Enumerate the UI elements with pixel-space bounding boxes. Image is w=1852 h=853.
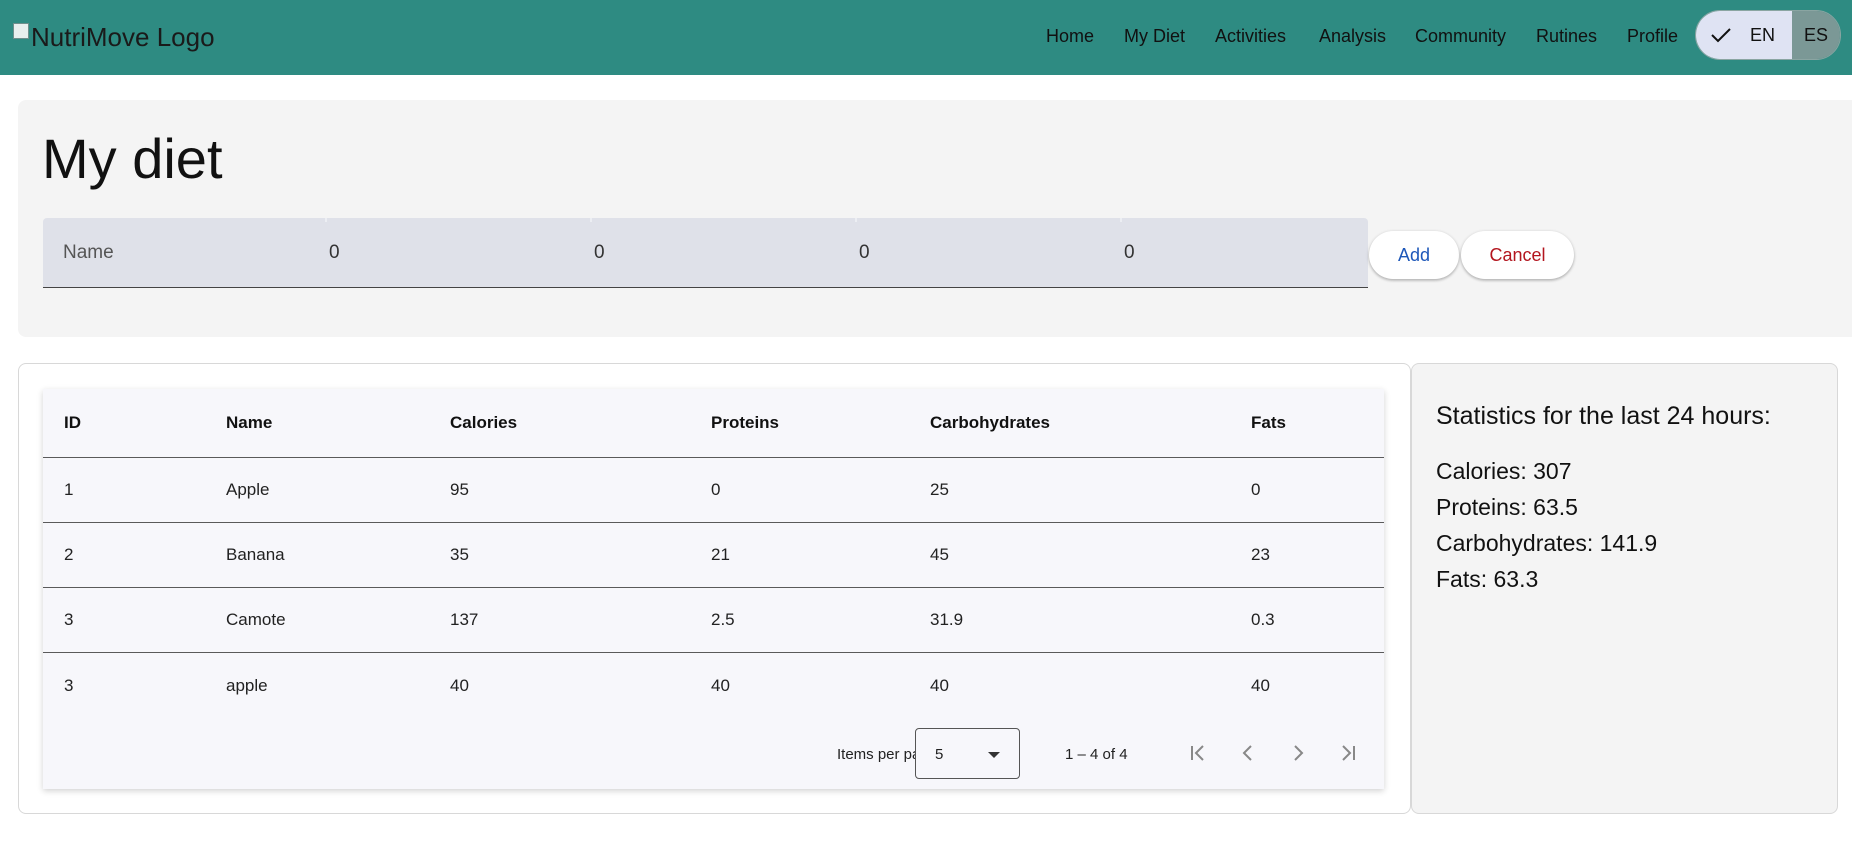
page-title: My diet bbox=[42, 127, 223, 190]
chevron-right-icon bbox=[1294, 745, 1304, 761]
nav-rutines[interactable]: Rutines bbox=[1536, 26, 1597, 47]
items-per-page-value: 5 bbox=[935, 746, 944, 763]
cell-fats: 23 bbox=[1251, 545, 1270, 564]
language-toggle: EN ES bbox=[1695, 10, 1841, 60]
language-es-button[interactable]: ES bbox=[1792, 11, 1840, 59]
stat-carbohydrates: Carbohydrates: 141.9 bbox=[1436, 530, 1658, 556]
cell-proteins: 2.5 bbox=[711, 610, 735, 629]
stat-calories: Calories: 307 bbox=[1436, 458, 1572, 484]
cell-id: 2 bbox=[64, 545, 74, 564]
nav-my-diet[interactable]: My Diet bbox=[1124, 26, 1185, 47]
cancel-button[interactable]: Cancel bbox=[1461, 231, 1574, 279]
field-separator bbox=[855, 218, 857, 222]
language-en-label: EN bbox=[1750, 24, 1776, 45]
cell-fats: 40 bbox=[1251, 675, 1270, 695]
language-es-label: ES bbox=[1803, 24, 1828, 45]
cell-id: 3 bbox=[64, 610, 74, 629]
logo-alt-text: NutriMove Logo bbox=[31, 21, 215, 52]
stat-proteins: Proteins: 63.5 bbox=[1436, 494, 1578, 520]
cell-proteins: 21 bbox=[711, 545, 730, 564]
fats-field[interactable]: 0 bbox=[1120, 218, 1364, 288]
food-input-row: Name 0 0 0 0 bbox=[43, 218, 1368, 288]
cell-name: apple bbox=[226, 675, 268, 695]
cell-id: 1 bbox=[64, 480, 74, 499]
paginator: Items per page: bbox=[43, 719, 1384, 789]
fats-value: 0 bbox=[1124, 242, 1135, 263]
cell-calories: 95 bbox=[450, 480, 469, 499]
table-row[interactable]: 3 Camote 137 2.5 31.9 0.3 bbox=[43, 588, 1384, 653]
cell-fats: 0.3 bbox=[1251, 610, 1275, 629]
first-page-icon bbox=[1191, 745, 1204, 761]
previous-page-button[interactable] bbox=[1235, 740, 1261, 766]
cell-carbohydrates: 45 bbox=[930, 545, 949, 564]
broken-image-icon bbox=[13, 23, 29, 39]
cell-proteins: 0 bbox=[711, 480, 721, 499]
cell-id: 3 bbox=[64, 675, 74, 695]
cell-carbohydrates: 31.9 bbox=[930, 610, 964, 629]
cell-name: Camote bbox=[226, 610, 286, 629]
last-page-icon bbox=[1342, 745, 1355, 761]
top-toolbar: NutriMove Logo Home My Diet Activities A… bbox=[0, 0, 1852, 75]
stat-fats: Fats: 63.3 bbox=[1436, 566, 1539, 592]
calories-field[interactable]: 0 bbox=[325, 218, 569, 288]
header-id[interactable]: ID bbox=[64, 389, 81, 457]
table-row[interactable]: 3 apple 40 40 40 40 bbox=[43, 653, 1384, 718]
header-proteins[interactable]: Proteins bbox=[711, 389, 779, 457]
carbohydrates-value: 0 bbox=[859, 242, 870, 263]
carbohydrates-field[interactable]: 0 bbox=[855, 218, 1099, 288]
cell-carbohydrates: 25 bbox=[930, 480, 949, 499]
proteins-field[interactable]: 0 bbox=[590, 218, 834, 288]
name-field[interactable]: Name bbox=[63, 218, 303, 288]
cell-name: Apple bbox=[226, 480, 270, 499]
header-calories[interactable]: Calories bbox=[450, 389, 517, 457]
field-separator bbox=[590, 218, 592, 222]
header-fats[interactable]: Fats bbox=[1251, 389, 1286, 457]
field-separator bbox=[1120, 218, 1122, 222]
proteins-value: 0 bbox=[594, 242, 605, 263]
table-header-row: ID Name Calories Proteins Carbohydrates … bbox=[43, 389, 1384, 458]
add-button[interactable]: Add bbox=[1369, 231, 1459, 279]
first-page-button[interactable] bbox=[1185, 740, 1211, 766]
language-en-button[interactable]: EN bbox=[1696, 11, 1792, 59]
nav-profile[interactable]: Profile bbox=[1627, 26, 1678, 47]
name-placeholder: Name bbox=[63, 242, 114, 263]
nav-analysis[interactable]: Analysis bbox=[1319, 26, 1386, 47]
page-range-label: 1 – 4 of 4 bbox=[1065, 746, 1128, 763]
nav-activities[interactable]: Activities bbox=[1215, 26, 1286, 47]
nav-community[interactable]: Community bbox=[1415, 26, 1506, 47]
cell-proteins: 40 bbox=[711, 675, 730, 695]
header-name[interactable]: Name bbox=[226, 389, 272, 457]
statistics-title: Statistics for the last 24 hours: bbox=[1436, 402, 1771, 430]
header-carbohydrates[interactable]: Carbohydrates bbox=[930, 389, 1050, 457]
cell-calories: 137 bbox=[450, 610, 479, 629]
chevron-left-icon bbox=[1242, 745, 1252, 761]
cell-fats: 0 bbox=[1251, 480, 1261, 499]
field-separator bbox=[325, 218, 327, 222]
dropdown-arrow-icon bbox=[988, 752, 1000, 758]
items-per-page-select[interactable] bbox=[915, 728, 1020, 779]
cell-name: Banana bbox=[226, 545, 285, 564]
cell-carbohydrates: 40 bbox=[930, 675, 949, 695]
next-page-button[interactable] bbox=[1285, 740, 1311, 766]
table-row[interactable]: 2 Banana 35 21 45 23 bbox=[43, 523, 1384, 588]
logo[interactable]: NutriMove Logo bbox=[13, 20, 215, 54]
cell-calories: 40 bbox=[450, 675, 469, 695]
table-row[interactable]: 1 Apple 95 0 25 0 bbox=[43, 458, 1384, 523]
cell-calories: 35 bbox=[450, 545, 469, 564]
calories-value: 0 bbox=[329, 242, 340, 263]
last-page-button[interactable] bbox=[1335, 740, 1361, 766]
nav-home[interactable]: Home bbox=[1046, 26, 1094, 47]
check-icon bbox=[1711, 28, 1731, 43]
